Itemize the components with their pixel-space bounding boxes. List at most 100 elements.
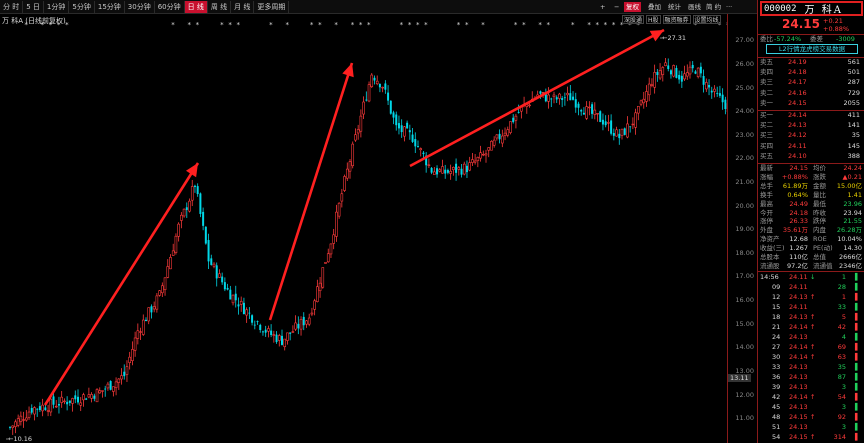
price-tick-label: 18.00 — [735, 248, 754, 257]
toolbar-button[interactable]: 统计 — [666, 2, 683, 12]
candle-body — [455, 163, 458, 173]
price-annotation: ←10.16 — [8, 435, 32, 443]
candle-body — [593, 109, 597, 115]
candle-body — [174, 235, 178, 253]
candle-body — [596, 113, 599, 115]
toolbar-button[interactable]: 简 约 — [704, 2, 723, 12]
candle-body — [337, 202, 341, 217]
order-book-row[interactable]: 买一 24.14 411 — [758, 111, 864, 120]
candle-body — [572, 96, 575, 100]
candle-body — [196, 186, 199, 195]
trade-time: 24 — [772, 333, 781, 341]
candle-body — [389, 100, 392, 114]
toolbar-button[interactable]: − — [612, 2, 621, 12]
level2-data-button[interactable]: L2行情龙虎榜交易数据 — [766, 44, 858, 54]
event-marker: * — [604, 21, 608, 29]
period-tab[interactable]: 周 线 — [208, 0, 232, 13]
quote-label: 涨幅 — [760, 172, 773, 181]
order-level-label: 卖一 — [760, 98, 773, 107]
order-book-row[interactable]: 卖二 24.16 729 — [758, 89, 864, 98]
indicator-button[interactable]: 深股通 — [622, 15, 645, 24]
candle-body — [277, 335, 281, 341]
candle-body — [387, 92, 390, 101]
candle-body — [365, 99, 368, 101]
trade-time: 54 — [772, 433, 781, 441]
candle-body — [16, 418, 20, 426]
order-book-row[interactable]: 卖三 24.17 287 — [758, 78, 864, 87]
period-tab[interactable]: 分 时 — [0, 0, 24, 13]
indicator-button[interactable]: H股 — [646, 15, 661, 24]
trade-direction-icon: ▌ — [855, 283, 860, 291]
toolbar-button[interactable]: 叠加 — [646, 2, 663, 12]
stock-header[interactable]: 000002 万 科A — [760, 1, 863, 16]
trade-time: 39 — [772, 383, 781, 391]
period-tab[interactable]: 月 线 — [231, 0, 255, 13]
order-book-row[interactable]: 买二 24.13 141 — [758, 121, 864, 130]
order-book-row[interactable]: 卖五 24.19 561 — [758, 58, 864, 67]
period-tab[interactable]: 5 日 — [23, 0, 44, 13]
candle-body — [430, 167, 433, 173]
candle-body — [718, 93, 721, 96]
candle-body — [490, 141, 493, 151]
quote-label: 内盘 — [813, 226, 826, 235]
order-book-row[interactable]: 卖四 24.18 501 — [758, 68, 864, 77]
order-price: 24.17 — [788, 78, 807, 87]
indicator-button[interactable]: 融资融券 — [662, 15, 691, 24]
event-marker: * — [457, 21, 461, 29]
order-book-row[interactable]: 买五 24.10 388 — [758, 152, 864, 161]
quote-value: 23.94 — [843, 208, 862, 217]
event-marker: * — [547, 21, 551, 29]
order-book-row[interactable]: 买三 24.12 35 — [758, 131, 864, 140]
kline-chart-area[interactable]: * * * * * * * * * * * * * * * * * * * * * * * * * * * * * * * * * * * * * * * *… — [0, 0, 757, 443]
period-tab[interactable]: 5分钟 — [69, 0, 95, 13]
candle-body — [49, 398, 53, 413]
quote-row: 换手 0.64% 量比 1.41 — [758, 191, 864, 200]
candle-body — [452, 166, 455, 170]
candle-body — [133, 337, 137, 351]
kline-svg[interactable]: * * * * * * * * * * * * * * * * * * * * * * * * * * * * * * * * * * * * * * * *… — [0, 0, 727, 443]
quote-label: 总手 — [760, 181, 773, 190]
period-tab[interactable]: 60分钟 — [155, 0, 185, 13]
trade-time: 27 — [772, 343, 781, 351]
candle-body — [264, 329, 267, 333]
candle-body — [457, 167, 461, 170]
candle-body — [120, 375, 123, 380]
candle-body — [367, 84, 371, 102]
order-book-row[interactable]: 卖一 24.15 2055 — [758, 99, 864, 108]
trade-volume: 87 — [837, 373, 846, 381]
toolbar-button[interactable]: + — [598, 2, 607, 12]
period-tab[interactable]: 1分钟 — [44, 0, 70, 13]
period-tab[interactable]: 更多周期 — [254, 0, 290, 13]
candle-body — [708, 85, 711, 88]
period-tab[interactable]: 30分钟 — [125, 0, 155, 13]
candle-body — [171, 250, 175, 256]
candle-body — [514, 115, 518, 121]
candle-body — [688, 66, 692, 75]
candle-body — [343, 176, 346, 191]
candle-body — [68, 400, 71, 403]
quote-label: 涨跌 — [813, 172, 826, 181]
candle-body — [422, 152, 425, 155]
candle-body — [177, 223, 180, 237]
candle-body — [471, 159, 474, 163]
candle-body — [188, 200, 191, 212]
candle-body — [495, 134, 499, 139]
event-marker: * — [228, 21, 232, 29]
period-tab[interactable]: 15分钟 — [95, 0, 125, 13]
order-book-row[interactable]: 买四 24.11 145 — [758, 142, 864, 151]
candle-body — [528, 104, 531, 107]
indicator-button[interactable]: 设置均线 — [692, 15, 721, 24]
toolbar-button[interactable]: 画线 — [686, 2, 703, 12]
period-tab[interactable]: 日 线 — [184, 0, 208, 13]
candle-body — [381, 86, 384, 89]
quote-label: 换手 — [760, 190, 773, 199]
toolbar-button[interactable]: 复权 — [624, 2, 641, 12]
order-level-label: 卖三 — [760, 78, 773, 87]
trade-volume: 63 — [837, 353, 846, 361]
candle-body — [286, 332, 289, 341]
candle-body — [193, 185, 196, 188]
toolbar-button[interactable]: ··· — [724, 2, 734, 12]
candle-body — [251, 315, 254, 323]
quote-value: 21.55 — [843, 217, 862, 226]
candle-body — [245, 309, 248, 316]
